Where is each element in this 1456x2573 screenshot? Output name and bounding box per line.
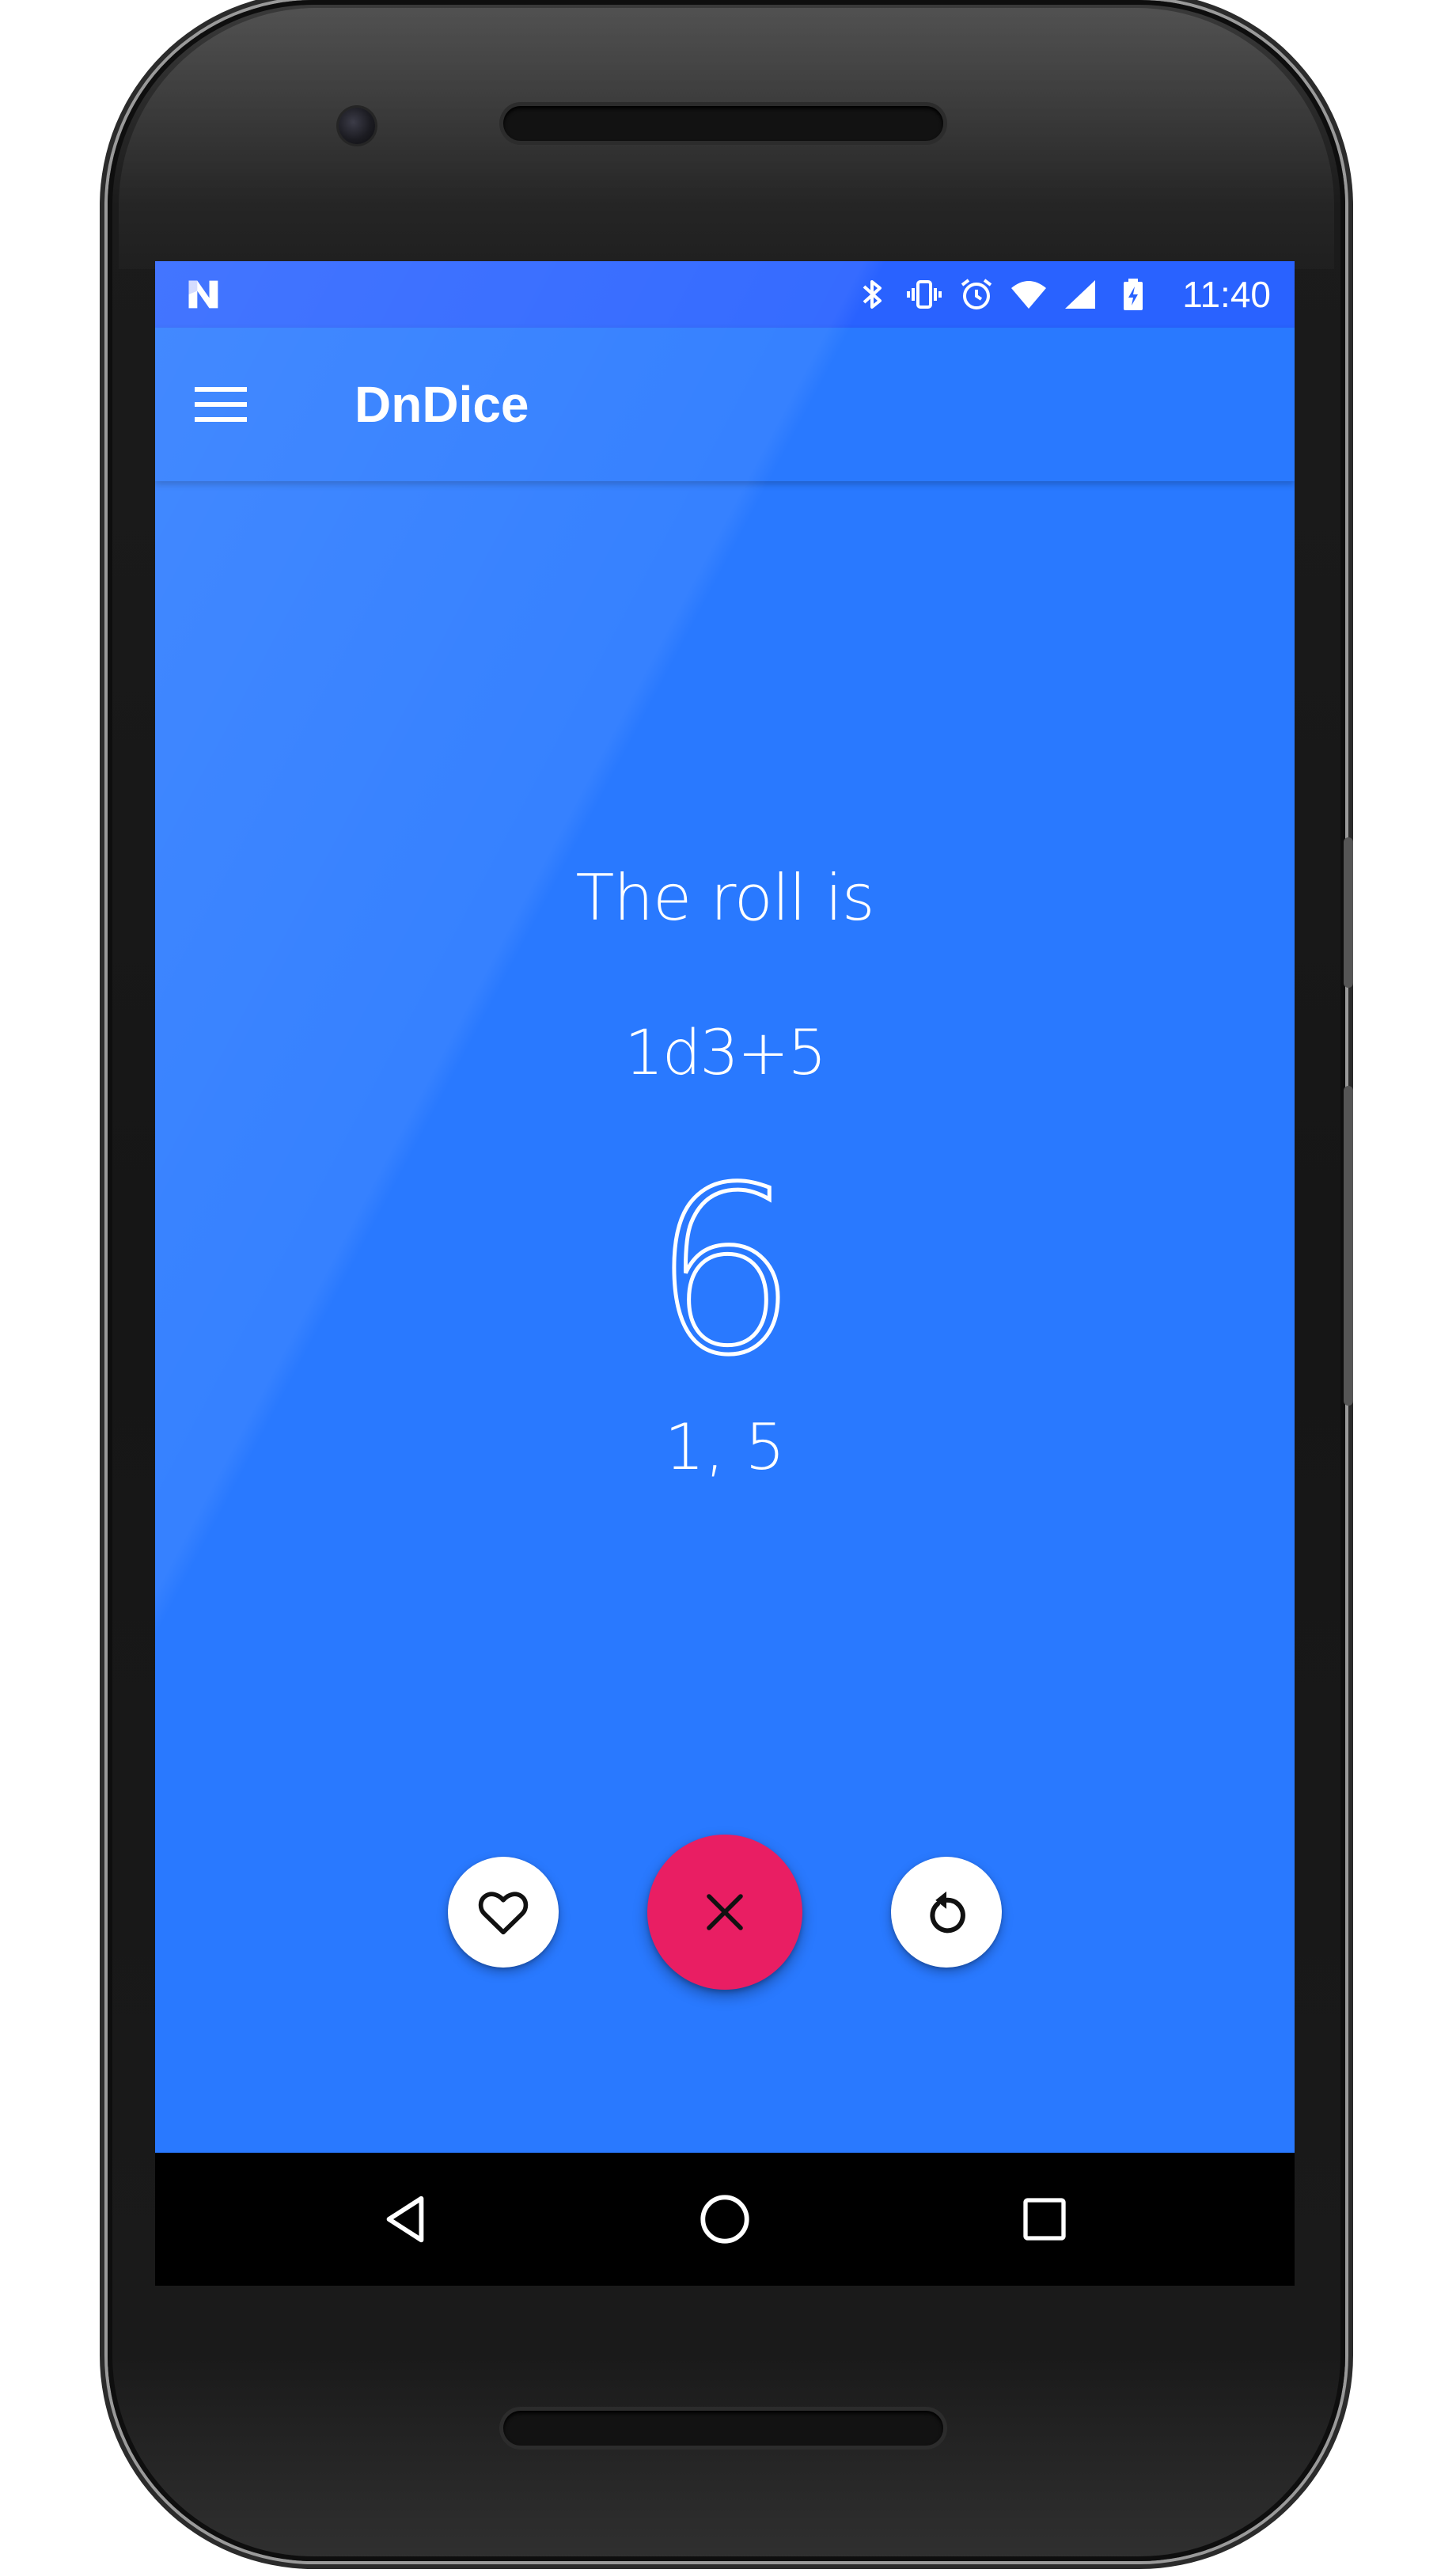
nav-recents-button[interactable] [1005,2180,1084,2259]
app-toolbar: DnDice [155,328,1295,481]
recents-square-icon [1023,2198,1066,2241]
power-button [1344,837,1353,988]
system-navigation-bar [155,2153,1295,2286]
device-frame-page: 11:40 DnDice The roll is 1d3+5 6 1, 5 [0,0,1456,2573]
top-speaker-grille [503,106,943,141]
wifi-icon [1011,281,1046,309]
reroll-button[interactable] [891,1857,1002,1968]
app-screen: 11:40 DnDice The roll is 1d3+5 6 1, 5 [155,261,1295,2286]
app-title: DnDice [355,376,529,433]
nav-home-button[interactable] [685,2180,764,2259]
status-icons-group [853,272,1152,317]
notification-n-icon [188,280,218,309]
heart-outline-icon [478,1892,529,1935]
roll-expression: 1d3+5 [624,1018,827,1089]
bluetooth-icon [863,280,882,309]
battery-charging-icon [1124,279,1143,310]
home-circle-icon [700,2195,749,2244]
roll-dice-values: 1, 5 [664,1410,786,1484]
favorite-button[interactable] [448,1857,559,1968]
volume-rocker [1344,1086,1353,1406]
alarm-icon [961,279,992,309]
vibrate-icon [907,280,942,309]
front-camera [339,108,375,144]
status-bar: 11:40 [155,261,1295,328]
bottom-speaker-grille [503,2411,943,2446]
navigation-menu-button[interactable] [184,367,258,442]
dismiss-roll-button[interactable] [647,1835,802,1990]
refresh-icon [930,1891,965,1934]
close-icon [707,1894,743,1930]
status-time: 11:40 [1182,274,1271,315]
nav-back-button[interactable] [366,2180,445,2259]
back-triangle-icon [386,2195,424,2243]
roll-total: 6 [650,1139,800,1406]
hamburger-menu-icon [195,387,247,422]
roll-heading: The roll is [575,861,874,935]
cell-signal-icon [1065,280,1095,309]
